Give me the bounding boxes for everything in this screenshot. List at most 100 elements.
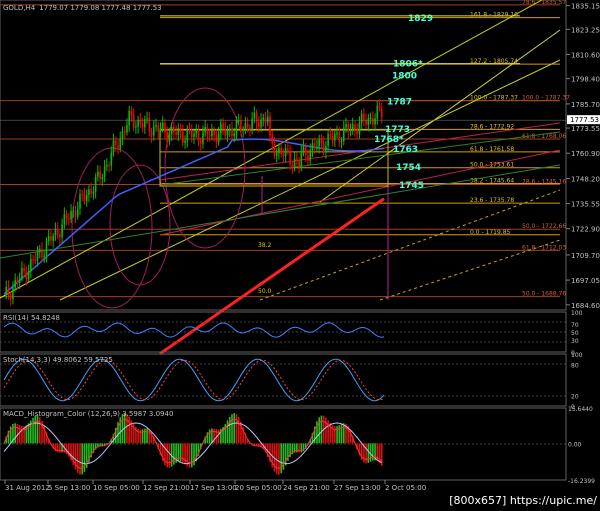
fib-label-secondary: 50.0 - 1722.66 xyxy=(522,223,566,230)
macd-bar xyxy=(318,417,320,444)
candle-body xyxy=(193,133,195,138)
candle-body xyxy=(56,228,59,235)
candle-body xyxy=(284,148,287,156)
candle-body xyxy=(130,110,133,116)
level-annotation: 1763 xyxy=(393,145,418,155)
macd-bar xyxy=(365,443,367,464)
macd-tick-label: 15.6440 xyxy=(568,406,593,413)
candle-body xyxy=(41,248,43,258)
candle-body xyxy=(211,130,213,137)
candle-body xyxy=(36,251,39,261)
trendline-magenta-1 xyxy=(159,149,561,236)
stoch-tick-label: 80 xyxy=(571,362,579,369)
stoch-signal-line xyxy=(3,359,385,401)
candle-body xyxy=(334,134,336,141)
candle-body xyxy=(249,127,251,130)
macd-panel[interactable]: MACD_Histogram_Color (12,26,9) 3.5987 3.… xyxy=(0,407,567,481)
candle-body xyxy=(161,122,164,129)
fib-label: 61.8 - 1761.58 xyxy=(470,146,514,153)
time-axis: 31 Aug 20125 Sep 13:00 10 Sep 05:00 12 Sep… xyxy=(4,480,426,492)
macd-bar xyxy=(186,443,189,467)
candle-body xyxy=(74,210,77,217)
candle-body xyxy=(202,132,204,144)
macd-tick-label: 0.00 xyxy=(568,441,582,448)
candle-body xyxy=(119,138,122,149)
macd-bar xyxy=(190,443,193,468)
candle-body xyxy=(235,120,238,134)
candle-body xyxy=(316,146,318,148)
candle-body xyxy=(374,118,376,125)
candle-body xyxy=(365,120,367,125)
chart-canvas[interactable]: 161.8 - 1829.10127.2 - 1805.74100.0 - 17… xyxy=(0,0,600,511)
rsi-panel[interactable]: RSI(14) 54.8248 xyxy=(0,311,567,353)
trendline-dashed-1 xyxy=(259,189,561,301)
candle-body xyxy=(336,132,338,135)
candle-body xyxy=(88,189,90,196)
candle-body xyxy=(112,140,115,153)
candle-body xyxy=(92,191,95,194)
candle-body xyxy=(217,133,220,143)
candle-body xyxy=(338,132,341,142)
time-tick-label: 17 Sep 13:00 xyxy=(190,484,237,492)
rsi-title: RSI(14) 54.8248 xyxy=(3,314,60,322)
macd-bar xyxy=(338,425,341,444)
macd-bar xyxy=(237,416,240,444)
candle-body xyxy=(65,214,68,219)
candle-body xyxy=(224,128,227,136)
fib-label: 78.6 - 1772.92 xyxy=(470,123,514,130)
macd-bar xyxy=(372,443,374,461)
candle-body xyxy=(117,144,119,149)
candle-body xyxy=(269,116,271,136)
price-panel[interactable]: 161.8 - 1829.10127.2 - 1805.74100.0 - 17… xyxy=(0,0,570,355)
candle-body xyxy=(159,128,162,132)
candle-body xyxy=(123,131,126,133)
candle-body xyxy=(289,150,291,165)
candle-body xyxy=(9,294,12,299)
macd-bar xyxy=(79,443,81,475)
macd-bar xyxy=(275,443,278,475)
macd-bar xyxy=(144,428,146,444)
candle-body xyxy=(280,147,282,154)
candle-body xyxy=(70,211,72,220)
candle-body xyxy=(81,194,84,196)
candle-body xyxy=(155,125,157,127)
candle-body xyxy=(76,208,79,217)
fib-label: 0.0 - 1719.85 xyxy=(470,229,511,236)
candle-body xyxy=(372,117,374,125)
level-annotation: 1745 xyxy=(399,181,424,191)
candle-body xyxy=(287,148,289,151)
candle-body xyxy=(304,146,307,156)
candle-body xyxy=(244,123,247,130)
candle-body xyxy=(135,126,137,128)
time-tick-label: 5 Sep 13:00 xyxy=(48,484,90,492)
candle-body xyxy=(369,117,372,119)
macd-bar xyxy=(367,443,370,463)
time-tick-label: 10 Sep 05:00 xyxy=(93,484,140,492)
candle-body xyxy=(354,124,356,130)
candle-body xyxy=(273,143,276,156)
time-tick-label: 24 Sep 21:00 xyxy=(283,484,330,492)
candle-body xyxy=(349,129,352,132)
rsi-tick-label: 100 xyxy=(571,310,583,317)
candle-body xyxy=(347,124,350,132)
macd-bar xyxy=(342,423,345,444)
candle-body xyxy=(278,147,280,154)
candle-body xyxy=(32,259,34,261)
candle-body xyxy=(110,152,113,166)
candle-body xyxy=(327,134,329,146)
candle-body xyxy=(199,140,202,144)
macd-title: MACD_Histogram_Color (12,26,9) 3.5987 3.… xyxy=(3,410,173,418)
candle-body xyxy=(296,158,298,161)
fib-small-label: 50.0 xyxy=(258,288,272,295)
fib-label-secondary: 100.0 - 1787.37 xyxy=(522,95,570,102)
macd-bar xyxy=(38,417,41,444)
stochastic-panel[interactable]: Stoch(14,3,3) 49.8062 59.5725 xyxy=(0,353,567,407)
candle-body xyxy=(43,255,46,258)
candle-body xyxy=(12,287,14,299)
candle-body xyxy=(90,189,92,194)
candle-body xyxy=(298,160,300,167)
candle-body xyxy=(307,155,309,161)
price-tick-label: 1748.20 xyxy=(571,175,600,183)
macd-bar xyxy=(76,443,79,473)
candle-body xyxy=(293,158,296,168)
